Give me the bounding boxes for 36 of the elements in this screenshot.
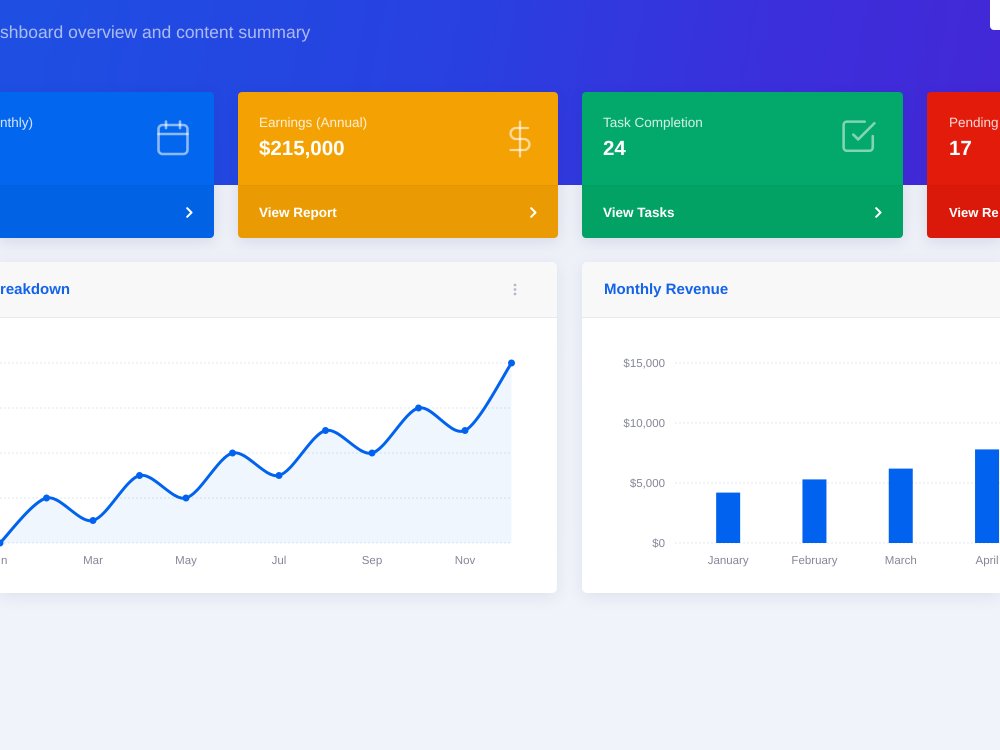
stat-value: $215,000 (259, 136, 346, 161)
chevron-right-icon (875, 206, 882, 218)
stat-label: Earnings (Annual) (259, 114, 368, 132)
axis-label: May (175, 555, 197, 567)
stat-value: 24 (603, 136, 627, 161)
chevron-right-icon (186, 206, 193, 218)
y-axis-label: $15,000 (623, 358, 665, 370)
stat-label: Task Completion (603, 114, 703, 132)
x-axis-label: January (708, 555, 749, 567)
stat-label: nthly) (0, 114, 34, 132)
y-axis-label: $10,000 (623, 418, 665, 430)
dollar-sign-icon (509, 120, 531, 158)
x-axis-label: April (976, 555, 999, 567)
chart-title: Monthly Revenue (604, 281, 728, 298)
axis-label: n (1, 555, 8, 567)
x-axis-label: February (791, 555, 838, 567)
axis-label: Mar (83, 555, 103, 567)
chart-title: reakdown (0, 281, 70, 298)
stat-label: Pending (949, 114, 999, 132)
y-axis-label: $0 (652, 538, 665, 550)
x-axis-label: March (884, 555, 917, 567)
card-footer-link[interactable]: View Tasks (582, 185, 903, 238)
y-axis-label: $5,000 (630, 478, 665, 490)
check-square-icon (842, 120, 876, 154)
card-footer-link[interactable]: View Re (927, 185, 1000, 238)
stat-value: 17 (949, 136, 973, 161)
axis-label: Sep (362, 555, 382, 567)
chevron-right-icon (530, 206, 537, 218)
header-button[interactable] (990, 0, 1000, 30)
calendar-icon (157, 120, 189, 156)
card-footer-link[interactable] (0, 185, 214, 238)
axis-label: Nov (454, 555, 476, 567)
more-menu-icon[interactable] (513, 283, 517, 296)
axis-label: Jul (272, 555, 286, 567)
card-footer-link[interactable]: View Report (238, 185, 558, 238)
page-subtitle: shboard overview and content summary (0, 21, 310, 44)
